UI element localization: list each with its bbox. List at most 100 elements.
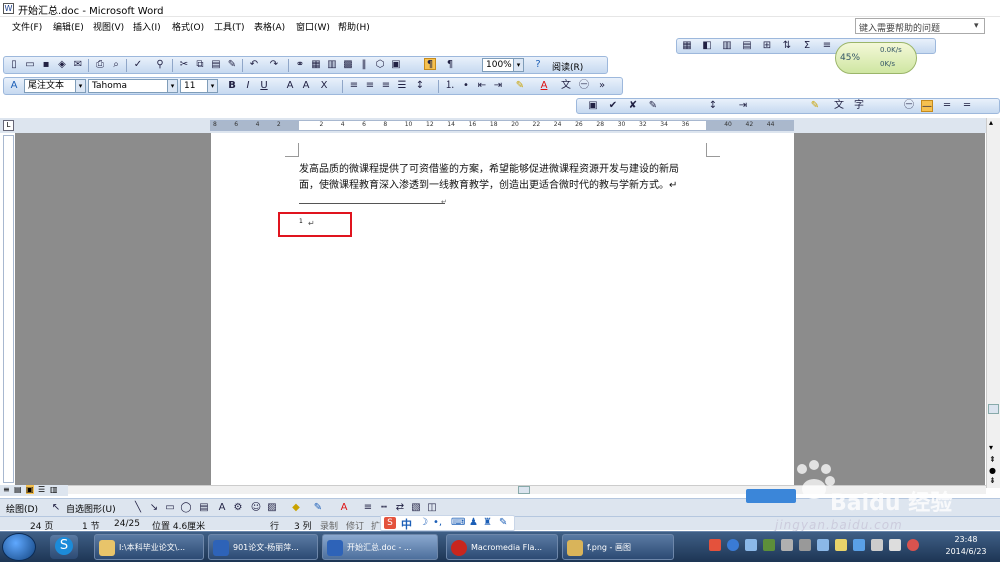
wrench-icon[interactable]: ✎ (499, 517, 507, 528)
toolbar-options-icon[interactable]: » (596, 80, 608, 92)
font-color-icon[interactable]: A (538, 80, 550, 92)
line-spacing-icon[interactable]: ↕ (707, 100, 719, 112)
clipart-icon[interactable]: ☺ (250, 502, 262, 514)
print-preview-icon[interactable]: ⌕ (110, 59, 122, 71)
char-shading-icon[interactable]: A (300, 80, 312, 92)
keyboard-icon[interactable]: ⌨ (451, 517, 465, 528)
pinyin-icon[interactable]: 字 (853, 100, 865, 112)
prev-page-icon[interactable]: ⇞ (989, 455, 996, 464)
split-cells-icon[interactable]: ▤ (741, 40, 753, 52)
autoshapes-button[interactable]: 自选图形(U) (66, 502, 116, 515)
save-icon[interactable]: ▪ (40, 59, 52, 71)
eraser-icon[interactable]: ◧ (701, 40, 713, 52)
font-color-icon[interactable]: A (338, 502, 350, 514)
security-tray-icon[interactable] (745, 539, 757, 551)
align-right-icon[interactable]: ≡ (380, 80, 392, 92)
scroll-up-icon[interactable]: ▴ (989, 118, 993, 127)
update-tray-icon[interactable] (853, 539, 865, 551)
phonetic-icon[interactable]: 文 (833, 100, 845, 112)
shield-icon[interactable] (835, 539, 847, 551)
open-folder-icon[interactable]: ▭ (24, 59, 36, 71)
browse-object-icon[interactable]: ● (989, 466, 996, 475)
drawing-icon[interactable]: ⬡ (374, 59, 386, 71)
menu-window[interactable]: 窗口(W) (296, 20, 330, 33)
picture-icon[interactable]: ▨ (266, 502, 278, 514)
bold-icon[interactable]: B (226, 80, 238, 92)
sogou-icon[interactable]: S (384, 517, 396, 529)
new-comment-icon[interactable]: ✎ (647, 100, 659, 112)
punctuation-icon[interactable]: •, (433, 517, 442, 528)
menu-table[interactable]: 表格(A) (254, 20, 285, 33)
char-scale-icon[interactable]: X (318, 80, 330, 92)
styles-icon[interactable]: A (8, 80, 20, 92)
highlight-icon[interactable]: ✎ (514, 80, 526, 92)
print-layout-icon[interactable]: ▣ (26, 485, 34, 494)
menu-format[interactable]: 格式(O) (172, 20, 204, 33)
scroll-down-icon[interactable]: ▾ (989, 443, 993, 452)
body-text-line-1[interactable]: 发高品质的微课程提供了可资借鉴的方案，希望能够促进微课程资源开发与建设的新局 (299, 160, 679, 175)
taskbar-item-word-1[interactable]: 901论文-杨丽萍... (208, 534, 318, 560)
paste-icon[interactable]: ▤ (210, 59, 222, 71)
app-tray-icon[interactable] (763, 539, 775, 551)
reading-view-icon[interactable]: ▥ (50, 485, 58, 494)
italic-icon[interactable]: I (242, 80, 254, 92)
vertical-scroll-thumb[interactable] (988, 404, 999, 414)
line-spacing-icon[interactable]: ↕ (414, 80, 426, 92)
underline-icon[interactable]: U (258, 80, 270, 92)
font-select[interactable]: Tahoma ▾ (88, 79, 178, 93)
help-tray-icon[interactable] (727, 539, 739, 551)
horizontal-scroll-thumb[interactable] (518, 486, 530, 494)
sort-icon[interactable]: ⇅ (781, 40, 793, 52)
taskbar-item-paint[interactable]: f.png - 画图 (562, 534, 674, 560)
read-button[interactable]: 阅读(R) (552, 60, 583, 73)
spelling-icon[interactable]: ✓ (132, 59, 144, 71)
arrow-icon[interactable]: ↘ (148, 502, 160, 514)
insert-excel-icon[interactable]: ▩ (342, 59, 354, 71)
float-action-button[interactable] (746, 489, 796, 503)
line-color-icon[interactable]: ✎ (312, 502, 324, 514)
reject-change-icon[interactable]: ✘ (627, 100, 639, 112)
next-page-icon[interactable]: ⇟ (989, 476, 996, 485)
distributed-icon[interactable]: ☰ (396, 80, 408, 92)
menu-insert[interactable]: 插入(I) (133, 20, 161, 33)
start-button[interactable] (2, 533, 36, 561)
outline-view-icon[interactable]: ☰ (38, 485, 45, 494)
printer-tray-icon[interactable] (799, 539, 811, 551)
hyperlink-icon[interactable]: ⚭ (294, 59, 306, 71)
user-icon[interactable]: ♟ (469, 517, 478, 528)
decrease-indent-icon[interactable]: ⇤ (476, 80, 488, 92)
format-painter-icon[interactable]: ✎ (226, 59, 238, 71)
sogou-tray-icon[interactable] (709, 539, 721, 551)
vertical-scrollbar[interactable]: ▴ ▾ ⇞ ● ⇟ (986, 118, 1000, 488)
tables-borders-icon[interactable]: ▦ (310, 59, 322, 71)
sogou-browser-icon[interactable]: S (50, 535, 78, 559)
chevron-down-icon[interactable]: ▾ (207, 80, 217, 92)
network-icon[interactable] (871, 539, 883, 551)
help-icon[interactable]: ? (532, 59, 544, 71)
menu-view[interactable]: 视图(V) (93, 20, 124, 33)
arrow-style-icon[interactable]: ⇄ (394, 502, 406, 514)
enclose-char-icon[interactable]: ㊀ (578, 80, 590, 92)
email-icon[interactable]: ✉ (72, 59, 84, 71)
menu-edit[interactable]: 编辑(E) (53, 20, 84, 33)
font-size-select[interactable]: 11 ▾ (180, 79, 218, 93)
research-icon[interactable]: ⚲ (154, 59, 166, 71)
insert-table-icon[interactable]: ▥ (326, 59, 338, 71)
chevron-down-icon[interactable]: ▾ (75, 80, 85, 92)
align-justify-icon[interactable]: ≡ (348, 80, 360, 92)
copy-icon[interactable]: ⧉ (194, 59, 206, 71)
zoom-select[interactable]: 100% ▾ (482, 58, 524, 72)
redo-icon[interactable]: ↷ (268, 59, 280, 71)
chevron-down-icon[interactable]: ▾ (167, 80, 177, 92)
3d-icon[interactable]: ◫ (426, 502, 438, 514)
highlight-icon[interactable]: ✎ (809, 100, 821, 112)
horizontal-line-icon[interactable]: — (921, 100, 933, 112)
normal-view-icon[interactable]: ≡ (3, 485, 10, 494)
flag-icon[interactable] (907, 539, 919, 551)
web-view-icon[interactable]: ▤ (14, 485, 22, 494)
accept-change-icon[interactable]: ✔ (607, 100, 619, 112)
undo-icon[interactable]: ↶ (248, 59, 260, 71)
style-select[interactable]: 尾注文本 ▾ (24, 79, 86, 93)
chevron-down-icon[interactable]: ▾ (513, 59, 523, 71)
align-center-icon[interactable]: ≡ (364, 80, 376, 92)
